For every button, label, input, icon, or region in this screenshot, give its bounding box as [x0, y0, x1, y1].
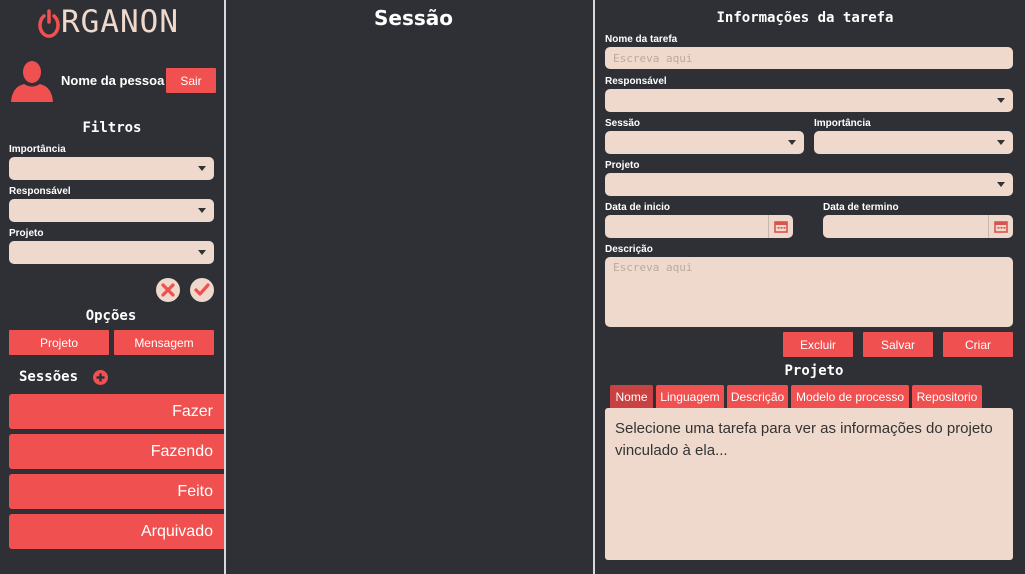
start-date-input[interactable] [605, 215, 793, 238]
project-section-title: Projeto [784, 363, 844, 379]
tab-modelo-de-processo[interactable]: Modelo de processo [791, 385, 909, 408]
importance-label: Importância [814, 118, 871, 129]
responsible-label: Responsável [605, 76, 667, 87]
start-date-label: Data de inicio [605, 202, 671, 213]
end-date-input[interactable] [823, 215, 1013, 238]
options-title: Opções [85, 308, 137, 324]
power-icon [38, 8, 60, 38]
filter-importance-select[interactable] [9, 157, 214, 180]
save-button[interactable]: Salvar [863, 332, 933, 357]
responsible-select[interactable] [605, 89, 1013, 112]
chevron-down-icon [997, 140, 1005, 145]
session-item-feito[interactable]: Feito [9, 474, 224, 509]
filter-project-select[interactable] [9, 241, 214, 264]
description-textarea[interactable] [605, 257, 1013, 327]
session-panel: Sessão [226, 0, 595, 574]
session-item-arquivado[interactable]: Arquivado [9, 514, 224, 549]
session-select[interactable] [605, 131, 804, 154]
importance-select[interactable] [814, 131, 1013, 154]
calendar-icon[interactable] [768, 215, 793, 238]
description-label: Descrição [605, 244, 653, 255]
tab-linguagem[interactable]: Linguagem [656, 385, 724, 408]
add-session-icon[interactable] [93, 370, 108, 385]
chevron-down-icon [788, 140, 796, 145]
task-info-title: Informações da tarefa [716, 10, 894, 26]
chevron-down-icon [198, 250, 206, 255]
session-title: Sessão [373, 6, 453, 30]
sidebar: RGANON Nome da pessoa Sair Filtros Impor… [0, 0, 226, 574]
tab-descricao[interactable]: Descrição [727, 385, 788, 408]
task-name-input[interactable] [605, 47, 1013, 69]
user-avatar-icon [10, 59, 54, 103]
chevron-down-icon [198, 166, 206, 171]
session-label: Sessão [605, 118, 641, 129]
apply-filters-icon[interactable] [190, 278, 214, 302]
filter-importance-label: Importância [9, 144, 66, 155]
filter-project-label: Projeto [9, 228, 44, 239]
create-button[interactable]: Criar [943, 332, 1013, 357]
tab-repositorio[interactable]: Repositorio [912, 385, 982, 408]
message-button[interactable]: Mensagem [114, 330, 214, 355]
project-select[interactable] [605, 173, 1013, 196]
session-item-fazer[interactable]: Fazer [9, 394, 224, 429]
filter-responsible-select[interactable] [9, 199, 214, 222]
tab-nome[interactable]: Nome [610, 385, 653, 408]
logout-button[interactable]: Sair [166, 68, 216, 93]
delete-button[interactable]: Excluir [783, 332, 853, 357]
filter-responsible-label: Responsável [9, 186, 71, 197]
chevron-down-icon [198, 208, 206, 213]
task-name-label: Nome da tarefa [605, 34, 678, 45]
user-name: Nome da pessoa [61, 73, 165, 88]
project-info-content: Selecione uma tarefa para ver as informa… [605, 408, 1013, 560]
end-date-label: Data de termino [823, 202, 899, 213]
logo-text: RGANON [61, 4, 179, 40]
project-label: Projeto [605, 160, 640, 171]
session-item-fazendo[interactable]: Fazendo [9, 434, 224, 469]
calendar-icon[interactable] [988, 215, 1013, 238]
app-logo: RGANON [38, 2, 179, 42]
filters-title: Filtros [82, 120, 142, 136]
user-info: Nome da pessoa Sair [10, 59, 216, 103]
chevron-down-icon [997, 182, 1005, 187]
clear-filters-icon[interactable] [156, 278, 180, 302]
chevron-down-icon [997, 98, 1005, 103]
project-button[interactable]: Projeto [9, 330, 109, 355]
sessions-title: Sessões [19, 369, 79, 385]
